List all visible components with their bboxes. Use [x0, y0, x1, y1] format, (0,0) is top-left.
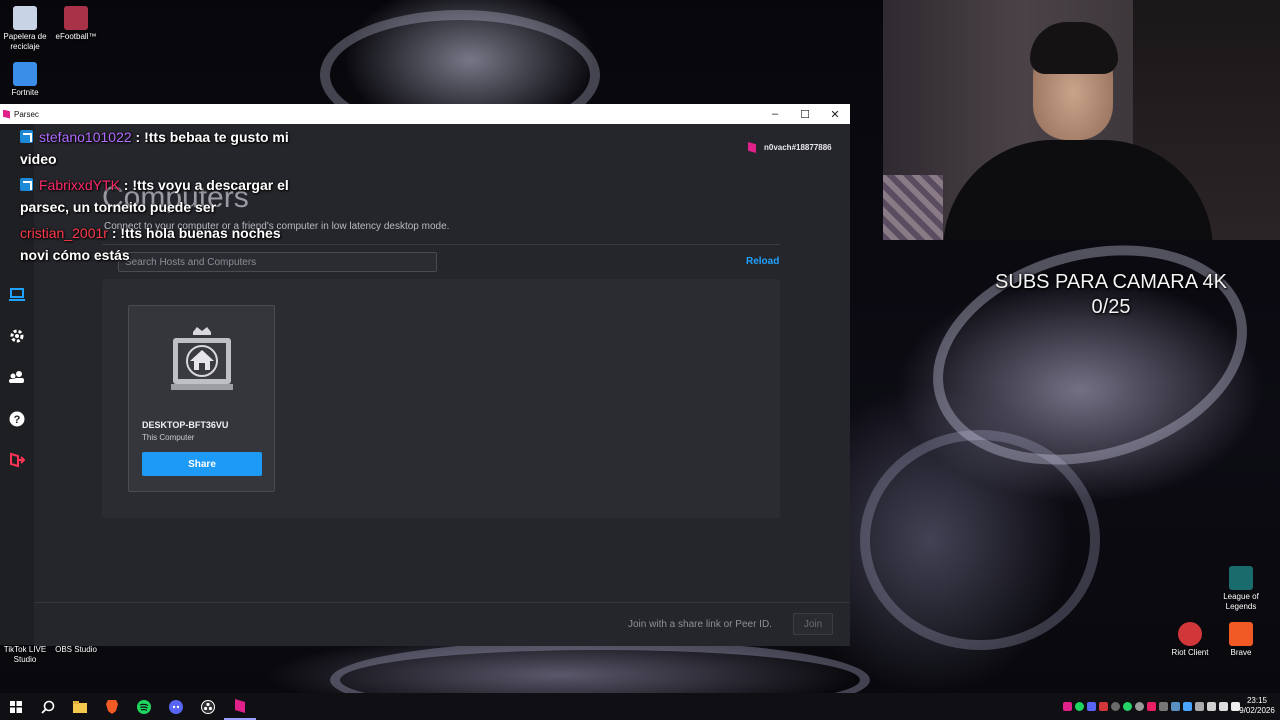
- window-title: Parsec: [14, 109, 39, 119]
- league-of-legends-icon: [1229, 566, 1253, 590]
- close-button[interactable]: ✕: [820, 108, 850, 121]
- chat-badge-icon: [20, 178, 33, 191]
- chat-username: FabrixxdYTK: [39, 177, 120, 193]
- taskbar: 23:15 9/02/2026: [0, 693, 1280, 720]
- tray-app-icon[interactable]: [1159, 702, 1168, 711]
- join-hint[interactable]: Join with a share link or Peer ID.: [628, 619, 772, 630]
- parsec-icon[interactable]: [224, 693, 256, 720]
- user-id: n0vach#18877886: [764, 143, 832, 152]
- parsec-logo-icon: [3, 109, 10, 119]
- desktop-icon-label: eFootball™: [55, 32, 97, 41]
- host-card[interactable]: DESKTOP-BFT36VU This Computer Share: [128, 305, 275, 492]
- clock-time: 23:15: [1246, 696, 1268, 705]
- desktop-icon-label: Riot Client: [1171, 648, 1209, 657]
- desktop-icon-label: Brave: [1230, 648, 1252, 657]
- brave-icon: [1229, 622, 1253, 646]
- chat-message: stefano101022 : !tts bebaa te gusto mi v…: [20, 126, 310, 170]
- host-name: DESKTOP-BFT36VU: [142, 420, 229, 430]
- wallpaper-swirl: [860, 430, 1100, 650]
- subs-goal-title: SUBS PARA CAMARA 4K: [995, 271, 1227, 293]
- streamer-hair: [1030, 22, 1118, 74]
- desktop-icon-efootball[interactable]: eFootball™: [44, 6, 108, 42]
- friends-icon[interactable]: [7, 367, 27, 387]
- maximize-button[interactable]: ☐: [790, 108, 820, 121]
- user-badge[interactable]: n0vach#18877886: [748, 142, 832, 153]
- join-bar: Join with a share link or Peer ID. Join: [34, 602, 850, 646]
- chat-overlay: stefano101022 : !tts bebaa te gusto mi v…: [20, 126, 310, 270]
- brave-icon[interactable]: [96, 693, 128, 720]
- tray-whatsapp-icon[interactable]: [1123, 702, 1132, 711]
- obs-icon[interactable]: [192, 693, 224, 720]
- system-clock[interactable]: 23:15 9/02/2026: [1238, 696, 1276, 716]
- tray-onedrive-icon[interactable]: [1183, 702, 1192, 711]
- join-button[interactable]: Join: [793, 613, 833, 635]
- tray-obs-icon[interactable]: [1135, 702, 1144, 711]
- tray-usb-icon[interactable]: [1195, 702, 1204, 711]
- tray-xbox-icon[interactable]: [1111, 702, 1120, 711]
- help-icon[interactable]: ?: [7, 409, 27, 429]
- tray-parsec-icon[interactable]: [1063, 702, 1072, 711]
- chat-badge-icon: [20, 130, 33, 143]
- svg-text:?: ?: [14, 414, 21, 426]
- desktop-icon-brave[interactable]: Brave: [1209, 622, 1273, 658]
- chat-message: cristian_2001r : !tts hola buenas noches…: [20, 222, 310, 266]
- host-subtitle: This Computer: [142, 433, 195, 442]
- chat-username: cristian_2001r: [20, 225, 108, 241]
- system-tray: [1063, 693, 1240, 720]
- recycle-bin-icon: [13, 6, 37, 30]
- logout-icon[interactable]: [7, 450, 27, 470]
- desktop-icon-league-of-legends[interactable]: League of Legends: [1209, 566, 1273, 612]
- fortnite-icon: [13, 62, 37, 86]
- desktop-icon-obs-studio[interactable]: OBS Studio: [44, 645, 108, 655]
- spotify-icon[interactable]: [128, 693, 160, 720]
- desktop-icon-label: OBS Studio: [55, 645, 97, 654]
- discord-icon[interactable]: [160, 693, 192, 720]
- efootball-icon: [64, 6, 88, 30]
- tray-discord-icon[interactable]: [1087, 702, 1096, 711]
- tray-network-icon[interactable]: [1219, 702, 1228, 711]
- parsec-logo-icon: [748, 142, 756, 153]
- search-icon[interactable]: [32, 693, 64, 720]
- webcam-feed: [883, 0, 1280, 240]
- riot-client-icon: [1178, 622, 1202, 646]
- desktop-icon-fortnite[interactable]: Fortnite: [0, 62, 57, 98]
- tray-mic-icon[interactable]: [1099, 702, 1108, 711]
- desktop-icon-label: TikTok LIVE Studio: [3, 645, 47, 664]
- tray-tiktok-icon[interactable]: [1147, 702, 1156, 711]
- chat-message: FabrixxdYTK : !tts voyu a descargar el p…: [20, 174, 310, 218]
- subs-goal-overlay: SUBS PARA CAMARA 4K 0/25: [980, 270, 1242, 320]
- share-button[interactable]: Share: [142, 452, 262, 476]
- hosts-panel: DESKTOP-BFT36VU This Computer Share: [102, 279, 780, 518]
- tray-display-icon[interactable]: [1207, 702, 1216, 711]
- file-explorer-icon[interactable]: [64, 693, 96, 720]
- subs-goal-count: 0/25: [1091, 296, 1131, 318]
- settings-icon[interactable]: [7, 326, 27, 346]
- tray-steam-icon[interactable]: [1171, 702, 1180, 711]
- computers-icon[interactable]: [7, 285, 27, 305]
- desktop-icon-label: Fortnite: [11, 88, 39, 97]
- webcam-background-pattern: [883, 175, 943, 240]
- reload-button[interactable]: Reload: [746, 256, 779, 267]
- desktop-icon-label: League of Legends: [1223, 592, 1259, 611]
- start-icon[interactable]: [0, 693, 32, 720]
- minimize-button[interactable]: –: [760, 108, 790, 120]
- tray-spotify-icon[interactable]: [1075, 702, 1084, 711]
- window-titlebar[interactable]: Parsec – ☐ ✕: [0, 104, 850, 124]
- chat-username: stefano101022: [39, 129, 132, 145]
- clock-date: 9/02/2026: [1239, 706, 1275, 715]
- computer-icon: [171, 327, 233, 390]
- desktop-icon-label: Papelera de reciclaje: [3, 32, 47, 51]
